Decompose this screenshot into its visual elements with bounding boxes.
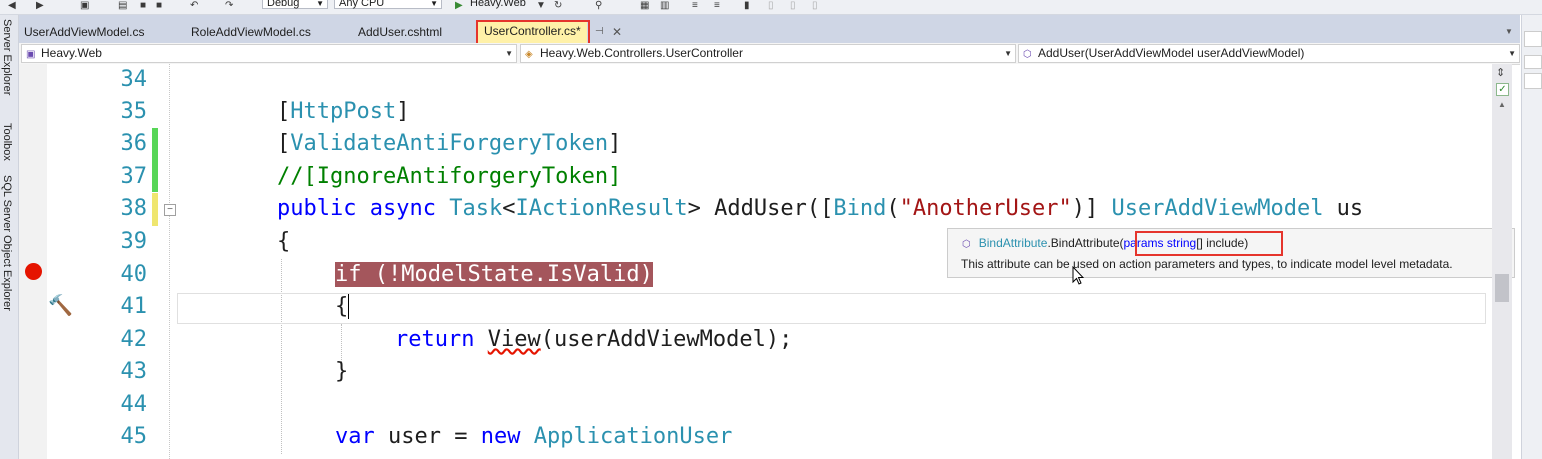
start-label[interactable]: Heavy.Web xyxy=(470,0,526,9)
type-dropdown[interactable]: ◈ Heavy.Web.Controllers.UserController ▼ xyxy=(520,44,1016,63)
unsaved-change-marker xyxy=(152,193,158,226)
save-icon[interactable]: ■ xyxy=(140,1,146,11)
chevron-down-icon: ▼ xyxy=(430,0,438,8)
class-icon: ◈ xyxy=(525,49,533,60)
find-icon[interactable]: ⚲ xyxy=(595,1,602,11)
quick-actions-hammer-icon[interactable]: 🔨 xyxy=(48,293,73,318)
chevron-down-icon: ▼ xyxy=(505,49,513,58)
saved-change-marker xyxy=(152,128,158,192)
document-tab-bar: UserAddViewModel.cs RoleAddViewModel.cs … xyxy=(19,15,1520,43)
forward-icon[interactable]: ▶ xyxy=(36,1,44,11)
error-squiggle: View xyxy=(487,327,541,352)
line-number: 36 xyxy=(120,131,148,156)
scroll-up-icon[interactable]: ▲ xyxy=(1498,100,1506,109)
tab-overflow-icon[interactable]: ▼ xyxy=(1505,27,1513,36)
collapse-toggle-icon[interactable]: − xyxy=(164,204,176,216)
line-number: 38 xyxy=(120,196,148,221)
left-tool-strip: Server Explorer Toolbox SQL Server Objec… xyxy=(0,15,19,459)
highlight-box-active-tab xyxy=(476,20,590,45)
platform-dropdown[interactable]: Any CPU ▼ xyxy=(334,0,442,9)
panel-toolbar[interactable] xyxy=(1524,55,1542,69)
current-line-highlight xyxy=(177,293,1486,324)
member-dropdown[interactable]: ⬡ AddUser(UserAddViewModel userAddViewMod… xyxy=(1018,44,1520,63)
open-file-icon[interactable]: ▤ xyxy=(118,1,127,11)
bookmark-prev-icon[interactable]: ▯ xyxy=(768,1,774,11)
indent-guide xyxy=(281,259,282,454)
line-number: 41 xyxy=(120,294,148,319)
undo-icon[interactable]: ↶ xyxy=(190,1,198,11)
navigation-bar: ▣ Heavy.Web ▼ ◈ Heavy.Web.Controllers.User… xyxy=(19,43,1520,65)
indent-icon[interactable]: ≡ xyxy=(692,1,698,11)
redo-icon[interactable]: ↷ xyxy=(225,1,233,11)
project-name: Heavy.Web xyxy=(41,46,102,60)
split-icon[interactable]: ⇕ xyxy=(1496,66,1505,79)
outlining-line xyxy=(169,64,170,459)
line-number: 39 xyxy=(120,229,148,254)
outdent-icon[interactable]: ≡ xyxy=(714,1,720,11)
pin-icon[interactable]: ⊣ xyxy=(595,26,604,37)
code-line-41: { xyxy=(335,294,350,319)
close-icon[interactable]: ✕ xyxy=(612,25,622,39)
line-number: 44 xyxy=(120,392,148,417)
start-icon[interactable]: ▶ xyxy=(455,1,463,11)
line-number: 34 xyxy=(120,67,148,92)
vertical-scrollbar[interactable]: ⇕ ✓ ▲ xyxy=(1492,64,1512,459)
tab-add-user-cshtml[interactable]: AddUser.cshtml xyxy=(358,22,442,43)
type-name: Heavy.Web.Controllers.UserController xyxy=(540,46,743,60)
chevron-down-icon: ▼ xyxy=(1508,49,1516,58)
chevron-down-icon: ▼ xyxy=(316,0,324,8)
bookmark-next-icon[interactable]: ▯ xyxy=(790,1,796,11)
tooltip-description: This attribute can be used on action par… xyxy=(961,257,1453,271)
chevron-down-icon: ▼ xyxy=(1004,49,1012,58)
back-icon[interactable]: ◀ xyxy=(8,1,16,11)
bookmark-clear-icon[interactable]: ▯ xyxy=(812,1,818,11)
save-all-icon[interactable]: ■ xyxy=(156,1,162,11)
refresh-icon[interactable]: ↻ xyxy=(554,1,562,11)
project-dropdown[interactable]: ▣ Heavy.Web ▼ xyxy=(21,44,517,63)
layout-icon[interactable]: ▥ xyxy=(660,1,669,11)
code-line-45: var user = new ApplicationUser xyxy=(335,424,733,449)
side-tab-toolbox[interactable]: Toolbox xyxy=(1,123,13,161)
code-line-37: //[IgnoreAntiforgeryToken] xyxy=(277,164,622,189)
member-name: AddUser(UserAddViewModel userAddViewMode… xyxy=(1038,46,1305,60)
bookmark-icon[interactable]: ▮ xyxy=(744,1,750,11)
line-number: 40 xyxy=(120,262,148,287)
checkmark-icon: ✓ xyxy=(1496,83,1509,96)
tab-role-add-view-model[interactable]: RoleAddViewModel.cs xyxy=(191,22,311,43)
code-line-38: public async Task<IActionResult> AddUser… xyxy=(277,196,1364,221)
right-panel xyxy=(1521,15,1542,459)
highlight-box-parameters xyxy=(1135,231,1283,256)
project-icon: ▣ xyxy=(26,49,36,60)
code-line-39: { xyxy=(277,229,291,254)
line-number: 37 xyxy=(120,164,148,189)
side-tab-server-explorer[interactable]: Server Explorer xyxy=(1,19,13,95)
tab-user-add-view-model[interactable]: UserAddViewModel.cs xyxy=(24,22,145,43)
code-line-42: return View(userAddViewModel); xyxy=(395,327,793,352)
chevron-down-icon[interactable]: ▼ xyxy=(536,1,546,11)
code-line-36: [ValidateAntiForgeryToken] xyxy=(277,131,622,156)
line-number: 35 xyxy=(120,99,148,124)
breakpoint-icon[interactable] xyxy=(25,263,42,280)
panel-header[interactable] xyxy=(1524,31,1542,47)
breakpoint-highlight: if (!ModelState.IsValid) xyxy=(335,262,653,287)
layout-icon[interactable]: ▦ xyxy=(640,1,649,11)
configuration-dropdown[interactable]: Debug ▼ xyxy=(262,0,328,9)
code-line-40: if (!ModelState.IsValid) xyxy=(335,259,653,291)
code-line-35: [HttpPost] xyxy=(277,99,410,124)
side-tab-sql-server-object-explorer[interactable]: SQL Server Object Explorer xyxy=(1,175,13,311)
main-toolbar: ◀ ▶ ▣ ▤ ■ ■ ↶ ↷ Debug ▼ Any CPU ▼ ▶ Heav… xyxy=(0,0,1542,15)
platform-value: Any CPU xyxy=(339,0,385,9)
configuration-value: Debug xyxy=(267,0,300,9)
code-line-43: } xyxy=(335,359,349,384)
scrollbar-thumb[interactable] xyxy=(1495,274,1509,302)
method-icon: ⬡ xyxy=(1023,49,1032,60)
line-number: 45 xyxy=(120,424,148,449)
class-icon: ⬡ xyxy=(962,239,971,250)
line-number: 42 xyxy=(120,327,148,352)
panel-search-input[interactable] xyxy=(1524,73,1542,89)
new-project-icon[interactable]: ▣ xyxy=(80,1,89,11)
indicator-margin[interactable] xyxy=(19,64,47,459)
mouse-cursor-icon xyxy=(1072,266,1084,285)
line-number: 43 xyxy=(120,359,148,384)
